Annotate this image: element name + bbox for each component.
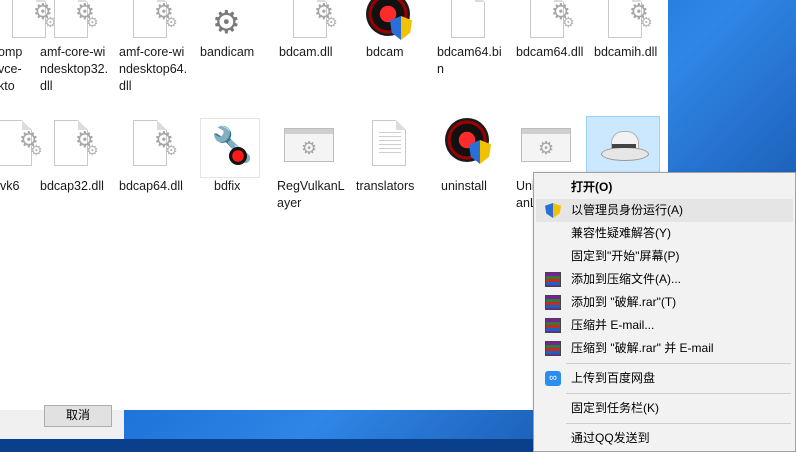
file-item[interactable]: ⚙ ⚙ amf-core-windesktop64.dll [107, 0, 191, 95]
menu-separator [566, 393, 791, 394]
file-item[interactable]: ⚙ ⚙ bdcap32.dll [28, 118, 112, 195]
selected-file-item[interactable] [586, 116, 660, 178]
menu-item-pin-taskbar[interactable]: 固定到任务栏(K) [536, 397, 793, 420]
file-label: bdcam.dll [279, 45, 333, 59]
file-label: bdfix [214, 179, 241, 193]
file-item[interactable]: ⚙ RegVulkanLayer [267, 118, 351, 212]
winrar-icon [545, 341, 561, 356]
menu-item-label: 固定到任务栏(K) [571, 401, 659, 415]
menu-item-label: 固定到"开始"屏幕(P) [571, 249, 680, 263]
file-item[interactable]: translators [346, 118, 430, 195]
menu-item-compatibility[interactable]: 兼容性疑难解答(Y) [536, 222, 793, 245]
shield-icon [545, 203, 561, 218]
file-item[interactable]: ⚙ bandicam [188, 0, 272, 61]
gear-document-icon: ⚙ ⚙ [530, 0, 575, 38]
file-item[interactable]: 🔧 bdfix [188, 118, 272, 195]
file-item[interactable]: ⚙ ⚙ bdcam.dll [267, 0, 351, 61]
menu-item-label: 通过QQ发送到 [571, 431, 650, 445]
white-hat-icon [601, 131, 649, 161]
gear-icon: ⚙ [212, 4, 241, 40]
text-document-icon [372, 120, 406, 166]
menu-item-compress-email[interactable]: 压缩并 E-mail... [536, 314, 793, 337]
file-item[interactable]: ⚙ ⚙ bdcap64.dll [107, 118, 191, 195]
gear-window-icon: ⚙ [521, 128, 571, 162]
gear-document-icon: ⚙ ⚙ [54, 120, 99, 166]
file-label: bandicam [200, 45, 255, 59]
menu-item-compress-rar-email[interactable]: 压缩到 "破解.rar" 并 E-mail [536, 337, 793, 360]
file-label: amf-core-windesktop32.dll [40, 45, 109, 93]
file-item[interactable]: uninstall [425, 118, 509, 195]
file-label: bdcap32.dll [40, 179, 104, 193]
gear-document-icon: ⚙ ⚙ [133, 120, 178, 166]
file-label: bdcam64.dll [516, 45, 584, 59]
menu-item-label: 添加到 "破解.rar"(T) [571, 295, 677, 309]
menu-item-label: 兼容性疑难解答(Y) [571, 226, 671, 240]
tools-icon: 🔧 [200, 118, 260, 178]
file-label: bdcam64.bin [437, 45, 502, 76]
file-label: uninstall [441, 179, 487, 193]
file-label: RegVulkanLayer [277, 179, 345, 210]
file-item[interactable]: ⚙ ⚙ amf-core-windesktop32.dll [28, 0, 112, 95]
file-item[interactable]: ⚙ ⚙ bdcamih.dll [582, 0, 666, 61]
menu-item-open[interactable]: 打开(O) [536, 176, 793, 199]
menu-item-add-archive[interactable]: 添加到压缩文件(A)... [536, 268, 793, 291]
winrar-icon [545, 318, 561, 333]
cancel-button[interactable]: 取消 [44, 405, 112, 427]
menu-item-pin-start[interactable]: 固定到"开始"屏幕(P) [536, 245, 793, 268]
menu-item-add-rar[interactable]: 添加到 "破解.rar"(T) [536, 291, 793, 314]
menu-item-label: 以管理员身份运行(A) [571, 203, 683, 217]
gear-document-icon: ⚙ ⚙ [54, 0, 99, 38]
menu-item-label: 添加到压缩文件(A)... [571, 272, 681, 286]
gear-document-icon: ⚙ ⚙ [293, 0, 338, 38]
menu-item-label: 压缩并 E-mail... [571, 318, 655, 332]
menu-separator [566, 363, 791, 364]
file-label: amf-core-windesktop64.dll [119, 45, 188, 93]
menu-item-label: 上传到百度网盘 [571, 371, 656, 385]
file-label: bdcam [366, 45, 404, 59]
gear-document-icon: ⚙ ⚙ [608, 0, 653, 38]
file-item[interactable]: ⚙ ⚙ bdcam64.dll [504, 0, 588, 61]
file-item[interactable]: bdcam64.bin [425, 0, 509, 78]
menu-item-label: 压缩到 "破解.rar" 并 E-mail [571, 341, 714, 355]
registry-icon: ⚙ [284, 128, 334, 162]
winrar-icon [545, 295, 561, 310]
baidu-netdisk-icon: ∞ [545, 371, 561, 386]
file-item[interactable]: bdcam [346, 0, 430, 61]
shield-icon [390, 16, 412, 40]
winrar-icon [545, 272, 561, 287]
file-label: bdcap64.dll [119, 179, 183, 193]
file-label: bdcamih.dll [594, 45, 658, 59]
gear-document-icon: ⚙ ⚙ [133, 0, 178, 38]
menu-item-run-as-admin[interactable]: 以管理员身份运行(A) [536, 199, 793, 222]
file-label: translators [356, 179, 415, 193]
context-menu: 打开(O) 以管理员身份运行(A) 兼容性疑难解答(Y) 固定到"开始"屏幕(P… [533, 172, 796, 452]
menu-item-label: 打开(O) [571, 180, 613, 194]
menu-separator [566, 423, 791, 424]
document-icon [451, 0, 485, 38]
menu-item-baidu-upload[interactable]: ∞ 上传到百度网盘 [536, 367, 793, 390]
